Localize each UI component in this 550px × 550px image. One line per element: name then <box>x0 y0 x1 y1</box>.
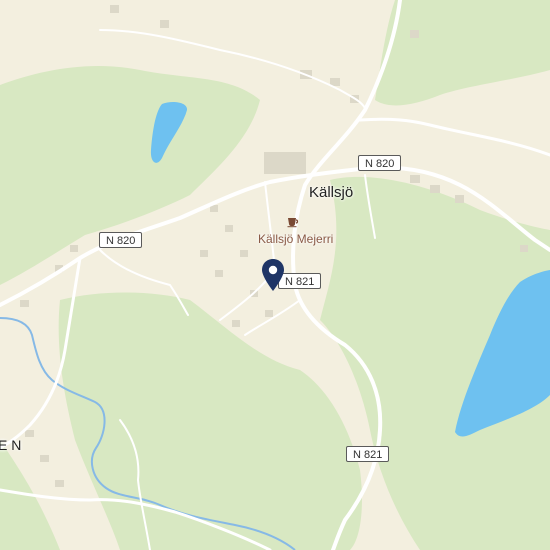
road-label-n820-left: N 820 <box>99 232 143 248</box>
place-label-kallsjo: Källsjö <box>309 184 354 201</box>
place-label-partial: E N <box>0 437 22 453</box>
location-pin-icon[interactable] <box>261 258 285 292</box>
road-label-n820-top: N 820 <box>358 155 402 171</box>
poi-label-kallsjo-mejerri[interactable]: Källsjö Mejerri <box>258 232 333 246</box>
cafe-icon[interactable] <box>286 214 300 228</box>
map-view[interactable]: N 820 N 820 N 821 N 821 Källsjö E N Käll… <box>0 0 550 550</box>
road-label-n821-bottom: N 821 <box>346 446 390 462</box>
